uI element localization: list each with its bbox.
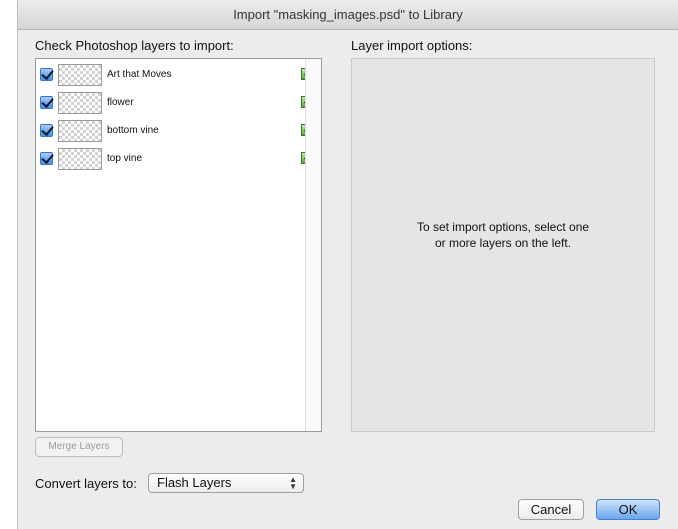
- options-section-label: Layer import options:: [351, 38, 473, 53]
- layers-scrollbar[interactable]: [305, 59, 321, 431]
- layer-checkbox[interactable]: [40, 124, 53, 137]
- import-dialog: Import "masking_images.psd" to Library C…: [17, 0, 678, 529]
- layer-checkbox[interactable]: [40, 96, 53, 109]
- layer-thumbnail: [58, 120, 102, 142]
- layer-name: flower: [107, 97, 134, 108]
- layer-thumbnail: [58, 64, 102, 86]
- ok-button[interactable]: OK: [596, 499, 660, 520]
- layer-row[interactable]: flower: [36, 89, 313, 117]
- convert-layers-value: Flash Layers: [157, 475, 232, 490]
- updown-arrows-icon: ▲ ▼: [289, 475, 297, 491]
- options-hint-line1: To set import options, select one: [416, 220, 590, 234]
- layer-options-panel: To set import options, select one or mor…: [351, 58, 655, 432]
- window-title: Import "masking_images.psd" to Library: [18, 0, 678, 30]
- options-hint-line2: or more layers on the left.: [434, 236, 572, 250]
- cancel-button[interactable]: Cancel: [518, 499, 584, 520]
- layer-checkbox[interactable]: [40, 68, 53, 81]
- layers-list: Art that Moves flower bottom vine top vi…: [36, 59, 313, 431]
- layer-name: Art that Moves: [107, 69, 172, 80]
- layers-section-label: Check Photoshop layers to import:: [35, 38, 234, 53]
- layer-row[interactable]: Art that Moves: [36, 61, 313, 89]
- convert-layers-label: Convert layers to:: [35, 476, 137, 491]
- layer-name: bottom vine: [107, 125, 159, 136]
- merge-layers-button[interactable]: Merge Layers: [35, 437, 123, 457]
- layer-row[interactable]: bottom vine: [36, 117, 313, 145]
- layer-name: top vine: [107, 153, 143, 164]
- options-hint: To set import options, select one or mor…: [352, 219, 654, 251]
- layer-thumbnail: [58, 92, 102, 114]
- layer-row[interactable]: top vine: [36, 145, 313, 173]
- layer-checkbox[interactable]: [40, 152, 53, 165]
- layers-list-panel[interactable]: Art that Moves flower bottom vine top vi…: [35, 58, 322, 432]
- convert-layers-select[interactable]: Flash Layers ▲ ▼: [148, 473, 304, 493]
- layer-thumbnail: [58, 148, 102, 170]
